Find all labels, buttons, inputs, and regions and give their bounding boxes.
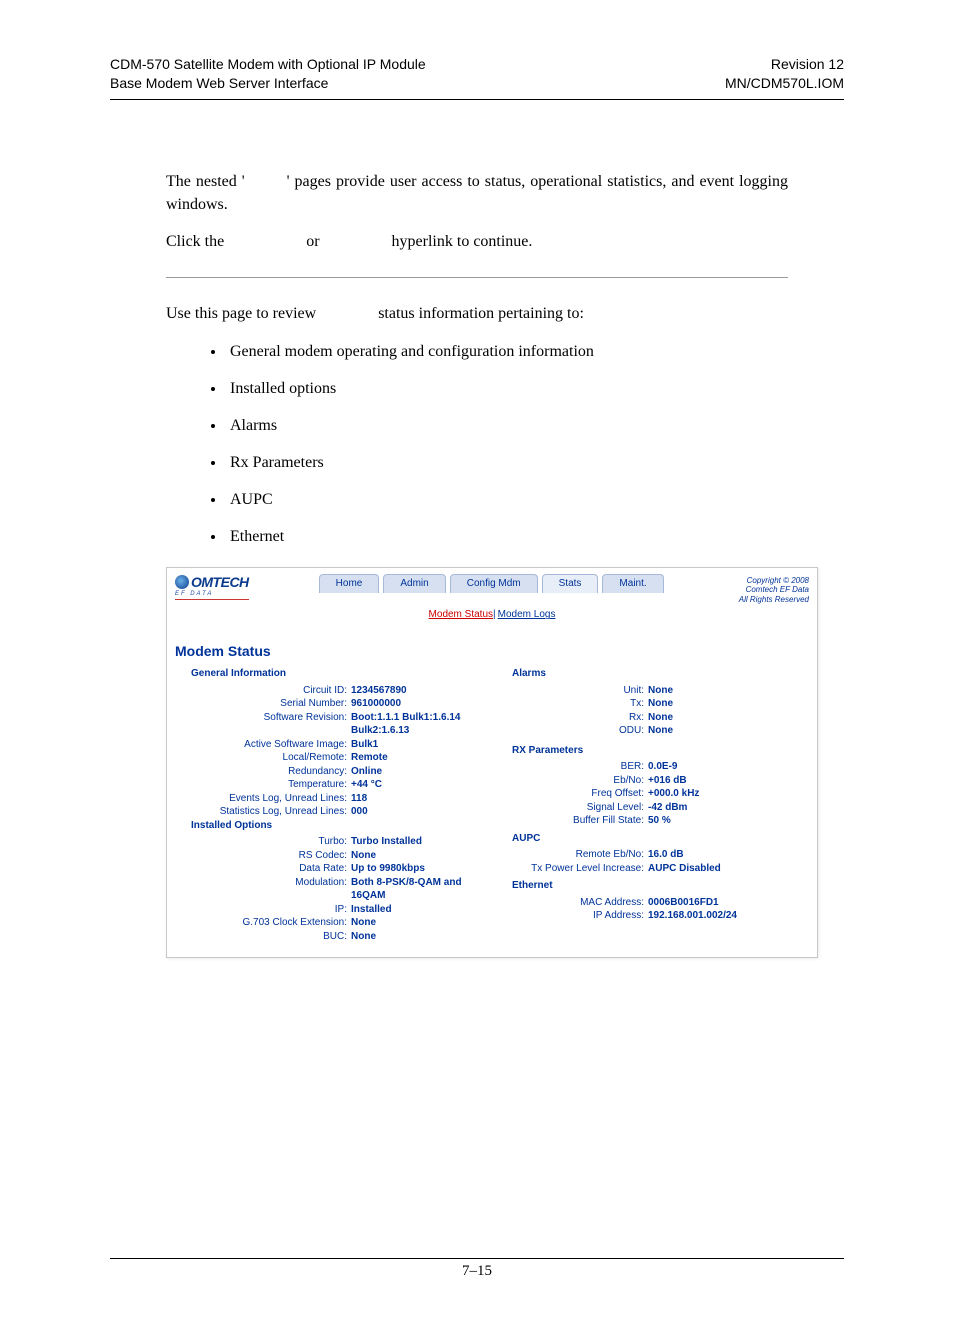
list-item: Installed options bbox=[226, 377, 788, 400]
list-item: General modem operating and configuratio… bbox=[226, 340, 788, 363]
active-image-label: Active Software Image: bbox=[175, 738, 351, 752]
sub-nav: Modem Status|Modem Logs bbox=[167, 604, 817, 625]
freq-offset-label: Freq Offset: bbox=[496, 787, 648, 801]
globe-icon bbox=[175, 575, 189, 589]
local-remote-label: Local/Remote: bbox=[175, 751, 351, 765]
tab-maint[interactable]: Maint. bbox=[602, 574, 663, 594]
tab-config[interactable]: Config Mdm bbox=[450, 574, 538, 594]
header-left-1: CDM-570 Satellite Modem with Optional IP… bbox=[110, 55, 426, 74]
header-right-1: Revision 12 bbox=[725, 55, 844, 74]
ber-label: BER: bbox=[496, 760, 648, 774]
section-rule bbox=[166, 277, 788, 278]
signal-level-value: -42 dBm bbox=[648, 801, 809, 815]
data-rate-value: Up to 9980kbps bbox=[351, 862, 488, 876]
turbo-value: Turbo Installed bbox=[351, 835, 488, 849]
ip-value: Installed bbox=[351, 903, 488, 917]
rs-codec-value: None bbox=[351, 849, 488, 863]
buffer-fill-label: Buffer Fill State: bbox=[496, 814, 648, 828]
list-item: AUPC bbox=[226, 488, 788, 511]
intro-para-2: Click theorhyperlink to continue. bbox=[166, 230, 788, 253]
circuit-id-value: 1234567890 bbox=[351, 684, 488, 698]
rs-codec-label: RS Codec: bbox=[175, 849, 351, 863]
rx-params-header: RX Parameters bbox=[512, 744, 809, 759]
unit-alarm-value: None bbox=[648, 684, 809, 698]
modulation-label: Modulation: bbox=[175, 876, 351, 903]
ber-value: 0.0E-9 bbox=[648, 760, 809, 774]
intro-para-1: The nested '' pages provide user access … bbox=[166, 170, 788, 216]
unit-alarm-label: Unit: bbox=[496, 684, 648, 698]
tx-power-value: AUPC Disabled bbox=[648, 862, 809, 876]
subnav-logs[interactable]: Modem Logs bbox=[498, 609, 556, 620]
subnav-status[interactable]: Modem Status bbox=[429, 609, 493, 620]
tab-home[interactable]: Home bbox=[319, 574, 380, 594]
buffer-fill-value: 50 % bbox=[648, 814, 809, 828]
g703-value: None bbox=[351, 916, 488, 930]
page-header: CDM-570 Satellite Modem with Optional IP… bbox=[110, 55, 844, 93]
header-rule bbox=[110, 99, 844, 100]
ebno-label: Eb/No: bbox=[496, 774, 648, 788]
nav-tabs: Home Admin Config Mdm Stats Maint. bbox=[319, 574, 664, 594]
rx-alarm-label: Rx: bbox=[496, 711, 648, 725]
stats-unread-label: Statistics Log, Unread Lines: bbox=[175, 805, 351, 819]
modem-status-screenshot: OMTECH EF DATA Home Admin Config Mdm Sta… bbox=[166, 567, 818, 959]
ip-address-value: 192.168.001.002/24 bbox=[648, 909, 809, 923]
redundancy-value: Online bbox=[351, 765, 488, 779]
odu-alarm-label: ODU: bbox=[496, 724, 648, 738]
redundancy-label: Redundancy: bbox=[175, 765, 351, 779]
ethernet-header: Ethernet bbox=[512, 879, 809, 894]
software-rev-value: Boot:1.1.1 Bulk1:1.6.14 Bulk2:1.6.13 bbox=[351, 711, 488, 738]
software-rev-label: Software Revision: bbox=[175, 711, 351, 738]
remote-ebno-value: 16.0 dB bbox=[648, 848, 809, 862]
header-left-2: Base Modem Web Server Interface bbox=[110, 74, 426, 93]
tx-alarm-label: Tx: bbox=[496, 697, 648, 711]
list-item: Rx Parameters bbox=[226, 451, 788, 474]
ip-label: IP: bbox=[175, 903, 351, 917]
copyright: Copyright © 2008 Comtech EF Data All Rig… bbox=[739, 572, 809, 605]
section-title: Modem Status bbox=[167, 625, 817, 667]
footer-rule bbox=[110, 1258, 844, 1259]
use-para: Use this page to reviewstatus informatio… bbox=[166, 302, 788, 325]
list-item: Ethernet bbox=[226, 525, 788, 548]
local-remote-value: Remote bbox=[351, 751, 488, 765]
tab-admin[interactable]: Admin bbox=[383, 574, 445, 594]
list-item: Alarms bbox=[226, 414, 788, 437]
logo: OMTECH bbox=[175, 572, 249, 592]
tab-stats[interactable]: Stats bbox=[542, 574, 599, 594]
tx-power-label: Tx Power Level Increase: bbox=[496, 862, 648, 876]
buc-value: None bbox=[351, 930, 488, 944]
odu-alarm-value: None bbox=[648, 724, 809, 738]
aupc-header: AUPC bbox=[512, 832, 809, 847]
circuit-id-label: Circuit ID: bbox=[175, 684, 351, 698]
remote-ebno-label: Remote Eb/No: bbox=[496, 848, 648, 862]
signal-level-label: Signal Level: bbox=[496, 801, 648, 815]
buc-label: BUC: bbox=[175, 930, 351, 944]
freq-offset-value: +000.0 kHz bbox=[648, 787, 809, 801]
serial-label: Serial Number: bbox=[175, 697, 351, 711]
events-unread-value: 118 bbox=[351, 792, 488, 806]
installed-options-header: Installed Options bbox=[191, 819, 488, 834]
header-right-2: MN/CDM570L.IOM bbox=[725, 74, 844, 93]
mac-label: MAC Address: bbox=[496, 896, 648, 910]
bullet-list: General modem operating and configuratio… bbox=[226, 340, 788, 549]
alarms-header: Alarms bbox=[512, 667, 809, 682]
g703-label: G.703 Clock Extension: bbox=[175, 916, 351, 930]
serial-value: 961000000 bbox=[351, 697, 488, 711]
temperature-value: +44 °C bbox=[351, 778, 488, 792]
data-rate-label: Data Rate: bbox=[175, 862, 351, 876]
general-info-header: General Information bbox=[191, 667, 488, 682]
mac-value: 0006B0016FD1 bbox=[648, 896, 809, 910]
events-unread-label: Events Log, Unread Lines: bbox=[175, 792, 351, 806]
ebno-value: +016 dB bbox=[648, 774, 809, 788]
active-image-value: Bulk1 bbox=[351, 738, 488, 752]
page-number: 7–15 bbox=[110, 1263, 844, 1280]
rx-alarm-value: None bbox=[648, 711, 809, 725]
stats-unread-value: 000 bbox=[351, 805, 488, 819]
modulation-value: Both 8-PSK/8-QAM and 16QAM bbox=[351, 876, 488, 903]
tx-alarm-value: None bbox=[648, 697, 809, 711]
temperature-label: Temperature: bbox=[175, 778, 351, 792]
ip-address-label: IP Address: bbox=[496, 909, 648, 923]
turbo-label: Turbo: bbox=[175, 835, 351, 849]
